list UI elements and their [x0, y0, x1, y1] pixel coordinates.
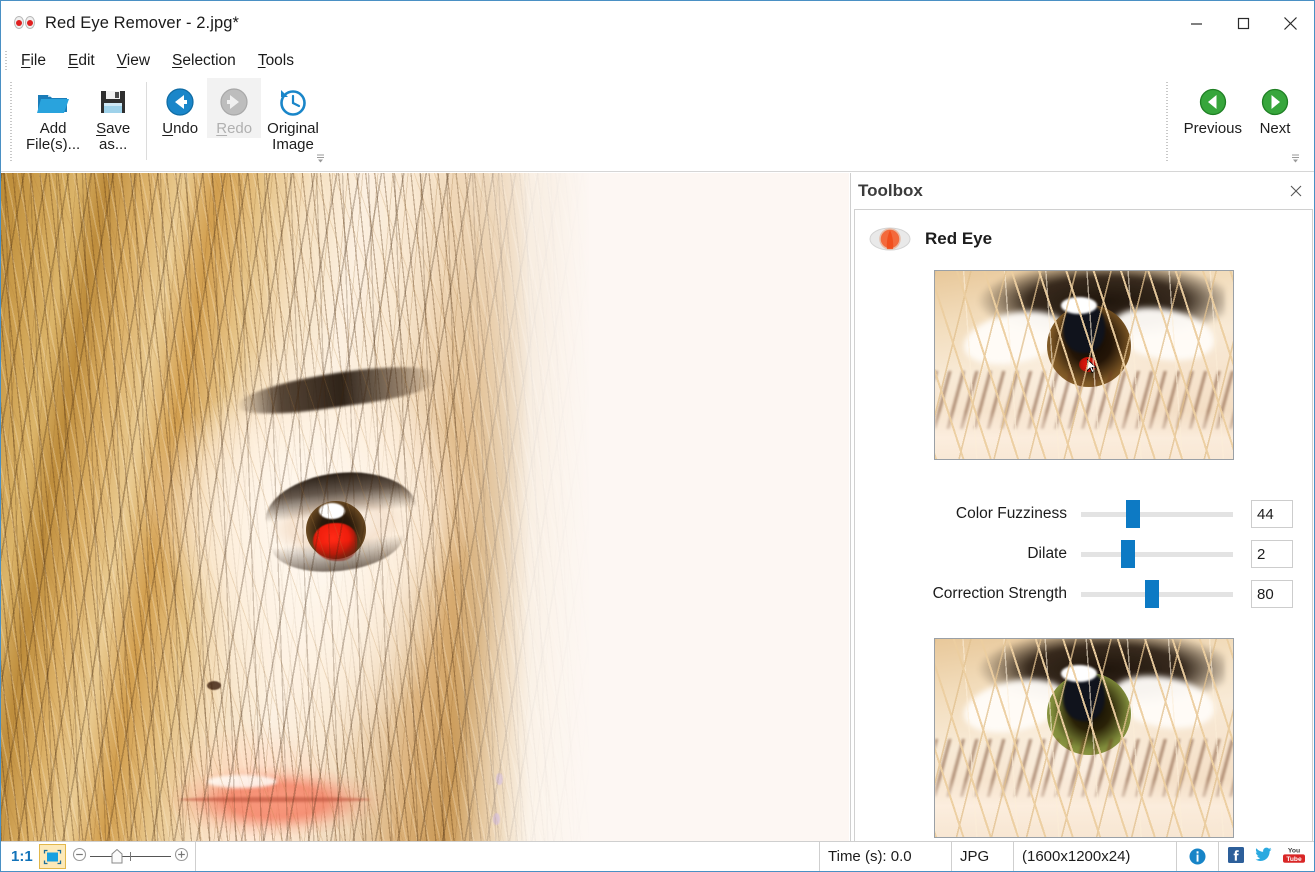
redo-arrow-icon: [219, 85, 249, 119]
zoom-ratio-label: 1:1: [1, 842, 39, 871]
dilate-label: Dilate: [869, 545, 1081, 563]
toolbox-header: Toolbox: [851, 173, 1315, 209]
svg-text:Tube: Tube: [1286, 856, 1302, 863]
menu-item-view[interactable]: View: [106, 50, 161, 72]
clock-history-icon: [278, 85, 308, 119]
dimensions-label: (1600x1200x24): [1014, 842, 1177, 871]
toolbar-expand-left[interactable]: [316, 153, 325, 165]
red-eye-icon: [869, 224, 911, 254]
tool-name-label: Red Eye: [925, 229, 992, 249]
title-bar: Red Eye Remover - 2.jpg*: [1, 1, 1314, 45]
next-button[interactable]: Next: [1248, 78, 1302, 138]
color-fuzziness-value[interactable]: 44: [1251, 500, 1293, 528]
close-icon: [1290, 185, 1302, 197]
save-as-label: Saveas...: [96, 121, 130, 153]
menu-bar: File Edit View Selection Tools: [1, 45, 1314, 76]
toolbar: Add File(s)... Saveas...: [1, 76, 1314, 172]
zoom-slider[interactable]: [66, 842, 196, 871]
info-icon: [1189, 848, 1206, 865]
save-as-button[interactable]: Saveas...: [86, 78, 140, 154]
slider-thumb[interactable]: [1145, 580, 1159, 608]
dilate-slider[interactable]: [1081, 540, 1233, 568]
toolbox-body: Red Eye: [854, 209, 1313, 841]
preview-after[interactable]: [934, 638, 1234, 838]
correction-strength-slider[interactable]: [1081, 580, 1233, 608]
toolbar-grip: [10, 82, 12, 162]
parameter-sliders: Color Fuzziness 44 Dilate 2: [855, 494, 1312, 614]
window-controls: [1173, 1, 1314, 45]
slider-row-correction-strength: Correction Strength 80: [855, 574, 1312, 614]
toolbar-group-navigation: Previous Next: [1166, 78, 1302, 168]
undo-label: Undo: [162, 121, 198, 137]
original-image-button[interactable]: Original Image: [261, 78, 325, 154]
maximize-button[interactable]: [1220, 1, 1267, 45]
window-title: Red Eye Remover - 2.jpg*: [45, 14, 239, 33]
color-fuzziness-label: Color Fuzziness: [869, 505, 1081, 523]
toolbar-grip-right: [1166, 82, 1168, 162]
fit-to-window-button[interactable]: [39, 844, 66, 869]
redo-label: Redo: [216, 121, 252, 137]
maximize-icon: [1237, 17, 1250, 30]
fit-to-window-icon: [43, 849, 62, 865]
close-icon: [1283, 16, 1298, 31]
undo-button[interactable]: Undo: [153, 78, 207, 138]
dilate-value[interactable]: 2: [1251, 540, 1293, 568]
menu-item-file[interactable]: File: [10, 50, 57, 72]
toolbar-expand-right[interactable]: [1291, 153, 1300, 165]
menu-item-edit[interactable]: Edit: [57, 50, 106, 72]
toolbox-title: Toolbox: [858, 181, 923, 201]
original-image-label: Original Image: [267, 121, 319, 153]
toolbar-group-file: Add File(s)... Saveas...: [10, 78, 325, 168]
correction-strength-label: Correction Strength: [869, 585, 1081, 603]
format-label: JPG: [952, 842, 1014, 871]
source-photo[interactable]: [1, 173, 589, 842]
close-button[interactable]: [1267, 1, 1314, 45]
menu-item-selection[interactable]: Selection: [161, 50, 247, 72]
twitter-icon: [1255, 847, 1272, 862]
twitter-button[interactable]: [1255, 847, 1272, 866]
red-eye-app-icon: [14, 16, 36, 30]
minimize-icon: [1190, 17, 1203, 30]
color-fuzziness-slider[interactable]: [1081, 500, 1233, 528]
slider-thumb[interactable]: [1126, 500, 1140, 528]
youtube-icon: You Tube: [1283, 846, 1305, 863]
floppy-disk-icon: [98, 85, 128, 119]
social-links: You Tube: [1219, 842, 1314, 871]
facebook-button[interactable]: [1228, 847, 1244, 867]
slider-row-dilate: Dilate 2: [855, 534, 1312, 574]
status-bar: 1:1: [1, 841, 1314, 871]
time-label: Time (s): 0.0: [820, 842, 952, 871]
svg-text:You: You: [1288, 848, 1300, 855]
menu-item-tools[interactable]: Tools: [247, 50, 305, 72]
toolbox-panel: Toolbox Red Eye: [850, 173, 1315, 842]
image-canvas[interactable]: [1, 173, 849, 842]
status-spacer: [196, 842, 820, 871]
info-button[interactable]: [1177, 842, 1219, 871]
youtube-button[interactable]: You Tube: [1283, 846, 1305, 867]
facebook-icon: [1228, 847, 1244, 863]
toolbox-close-button[interactable]: [1287, 182, 1305, 200]
toolbar-separator-1: [146, 82, 147, 160]
redo-button[interactable]: Redo: [207, 78, 261, 138]
correction-strength-value[interactable]: 80: [1251, 580, 1293, 608]
open-folder-icon: [36, 85, 70, 119]
canvas-background: [589, 173, 849, 842]
slider-thumb[interactable]: [1121, 540, 1135, 568]
zoom-in-icon[interactable]: [174, 847, 189, 866]
slider-row-color-fuzziness: Color Fuzziness 44: [855, 494, 1312, 534]
green-left-arrow-icon: [1199, 85, 1227, 119]
preview-before[interactable]: [934, 270, 1234, 460]
green-right-arrow-icon: [1261, 85, 1289, 119]
zoom-slider-thumb[interactable]: [111, 849, 123, 868]
previous-button[interactable]: Previous: [1178, 78, 1248, 138]
next-label: Next: [1260, 121, 1291, 137]
tool-header: Red Eye: [855, 210, 1312, 254]
previous-label: Previous: [1184, 121, 1242, 137]
zoom-out-icon[interactable]: [72, 847, 87, 866]
undo-arrow-icon: [165, 85, 195, 119]
application-window: Red Eye Remover - 2.jpg* File Edit View …: [0, 0, 1315, 872]
minimize-button[interactable]: [1173, 1, 1220, 45]
add-files-button[interactable]: Add File(s)...: [20, 78, 86, 154]
add-files-label: Add File(s)...: [26, 121, 80, 153]
